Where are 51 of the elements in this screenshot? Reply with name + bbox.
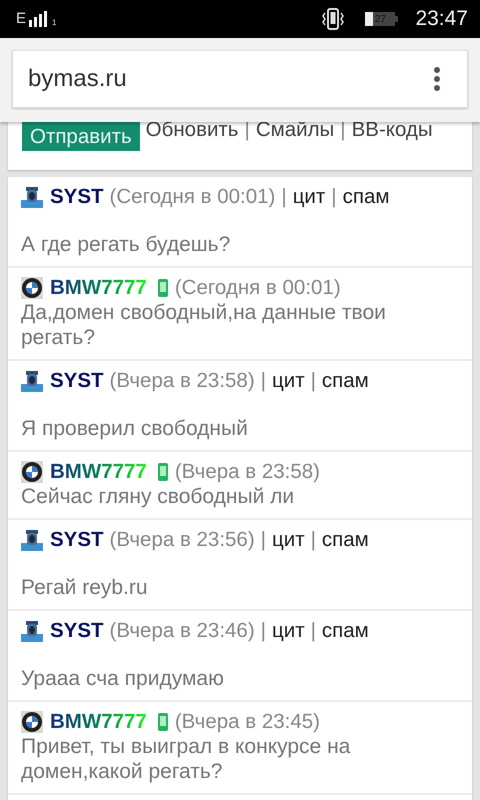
form-link[interactable]: Смайлы <box>256 122 334 138</box>
menu-icon[interactable] <box>433 66 441 92</box>
avatar-icon <box>21 711 43 733</box>
post-time: (Вчера в 23:45) <box>174 710 320 734</box>
vibrate-icon <box>321 8 346 30</box>
separator: | <box>310 369 316 393</box>
separator: | <box>281 185 287 209</box>
post-time: (Вчера в 23:58) <box>174 460 320 484</box>
separator: | <box>260 369 266 393</box>
avatar-icon <box>21 186 43 208</box>
avatar-icon <box>21 461 43 483</box>
clock: 23:47 <box>415 7 468 31</box>
separator: | <box>331 185 337 209</box>
post-text: Урааа сча придумаю <box>21 666 225 691</box>
post-text: Я проверил свободный <box>21 416 249 441</box>
post-action-link[interactable]: цит <box>292 185 326 209</box>
address-bar[interactable]: bymas.ru <box>12 50 468 108</box>
post-action-link[interactable]: спам <box>322 528 369 552</box>
post-time: (Сегодня в 00:01) <box>174 276 341 300</box>
post-time: (Вчера в 23:58) <box>110 369 255 393</box>
separator: | <box>260 528 266 552</box>
avatar-icon <box>21 370 43 392</box>
form-link[interactable]: BB-коды <box>352 122 433 138</box>
post-action-link[interactable]: цит <box>272 369 305 393</box>
post-text: Сейчас гляну свободный ли <box>21 484 296 509</box>
send-button[interactable]: Отправить <box>22 122 140 151</box>
username[interactable]: SYST <box>50 185 104 209</box>
post-time: (Сегодня в 00:01) <box>110 185 276 209</box>
username[interactable]: SYST <box>50 619 104 643</box>
separator: | <box>310 528 316 552</box>
separator: | <box>260 619 266 643</box>
post-text: Регай reyb.ru <box>21 575 149 600</box>
post-action-link[interactable]: спам <box>322 619 369 643</box>
post-time: (Вчера в 23:46) <box>110 619 255 643</box>
sim-number: 1 <box>52 18 56 27</box>
post-action-link[interactable]: цит <box>272 528 305 552</box>
post-action-link[interactable]: цит <box>272 619 305 643</box>
post-action-link[interactable]: спам <box>322 369 369 393</box>
avatar-icon <box>21 529 43 551</box>
username[interactable]: SYST <box>50 369 104 393</box>
post-text: Да,домен свободный,на данные твои регать? <box>21 300 387 350</box>
post-text: Привет, ты выиграл в конкурсе на домен,какой регать? <box>21 734 352 784</box>
avatar-icon <box>21 277 43 299</box>
network-type: E <box>16 11 26 27</box>
separator: | <box>310 619 316 643</box>
username[interactable]: SYST <box>50 528 104 552</box>
post-action-link[interactable]: спам <box>342 185 390 209</box>
post-text: А где регать будешь? <box>21 232 232 257</box>
form-link[interactable]: Обновить <box>146 122 238 138</box>
avatar-icon <box>21 620 43 642</box>
post-time: (Вчера в 23:56) <box>110 528 255 552</box>
